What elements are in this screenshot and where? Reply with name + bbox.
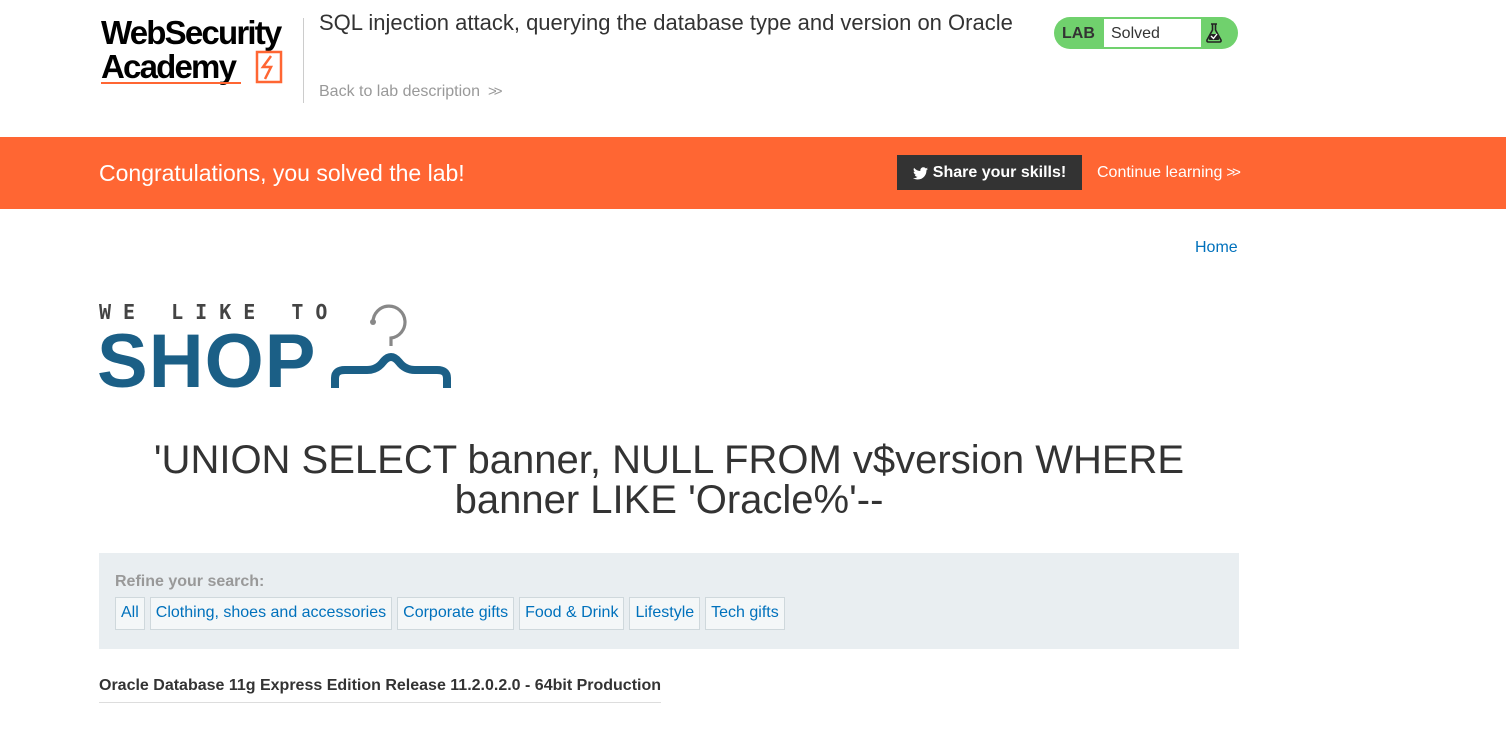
coat-hanger-icon bbox=[331, 304, 451, 388]
we-like-to-shop-logo[interactable]: WE LIKE TO SHOP bbox=[97, 298, 459, 400]
double-chevron-right-icon: >> bbox=[1226, 164, 1240, 181]
home-link[interactable]: Home bbox=[1195, 239, 1238, 257]
lab-status-tag: LAB bbox=[1062, 25, 1095, 42]
lab-title: SQL injection attack, querying the datab… bbox=[319, 10, 1013, 35]
web-security-academy-logo[interactable]: WebSecurity Academy bbox=[101, 16, 301, 88]
double-chevron-right-icon: >> bbox=[487, 83, 502, 100]
lab-solved-banner: Congratulations, you solved the lab! Sha… bbox=[0, 137, 1506, 209]
category-filter-food-drink[interactable]: Food & Drink bbox=[519, 597, 625, 630]
twitter-icon bbox=[912, 166, 928, 179]
back-link-label: Back to lab description bbox=[319, 83, 480, 100]
category-filter-all[interactable]: All bbox=[115, 597, 145, 630]
share-your-skills-button[interactable]: Share your skills! bbox=[897, 155, 1082, 190]
lab-status-value: Solved bbox=[1111, 25, 1160, 42]
category-filter-clothing[interactable]: Clothing, shoes and accessories bbox=[149, 597, 393, 630]
academy-mark-icon bbox=[255, 50, 283, 84]
category-filter-lifestyle[interactable]: Lifestyle bbox=[629, 597, 701, 630]
logo-underline bbox=[101, 82, 241, 84]
result-row: Oracle Database 11g Express Edition Rele… bbox=[99, 677, 662, 703]
category-filter-corporate-gifts[interactable]: Corporate gifts bbox=[397, 597, 515, 630]
page: WebSecurity Academy SQL injection attack… bbox=[97, 0, 1239, 703]
lab-header: WebSecurity Academy SQL injection attack… bbox=[99, 0, 1239, 137]
lab-status-box: Solved bbox=[1103, 18, 1202, 48]
header-divider bbox=[303, 18, 304, 103]
lab-status-widget: LAB Solved bbox=[1054, 17, 1238, 49]
continue-learning-label: Continue learning bbox=[1097, 164, 1223, 181]
category-filter-list: All Clothing, shoes and accessories Corp… bbox=[115, 597, 785, 630]
search-query-heading: 'UNION SELECT banner, NULL FROM v$versio… bbox=[153, 438, 1185, 522]
logo-line-1: WebSecurity bbox=[101, 14, 282, 51]
share-button-label: Share your skills! bbox=[932, 163, 1067, 181]
flask-icon bbox=[1206, 23, 1222, 43]
filter-label: Refine your search: bbox=[115, 573, 265, 590]
continue-learning-link[interactable]: Continue learning >> bbox=[1097, 164, 1241, 182]
category-filter-tech-gifts[interactable]: Tech gifts bbox=[705, 597, 785, 630]
congratulations-message: Congratulations, you solved the lab! bbox=[99, 160, 465, 186]
filter-panel: Refine your search: All Clothing, shoes … bbox=[99, 553, 1239, 649]
back-to-lab-description-link[interactable]: Back to lab description >> bbox=[319, 83, 502, 101]
logo-line-2: Academy bbox=[101, 48, 237, 85]
shop-logo-word: SHOP bbox=[97, 319, 317, 404]
